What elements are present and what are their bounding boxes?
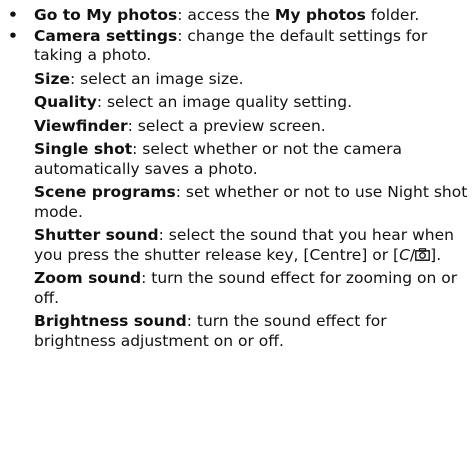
setting-title: Zoom sound xyxy=(34,269,142,287)
camera-icon xyxy=(415,247,431,261)
setting-title: Shutter sound xyxy=(34,226,159,244)
list-item-go-to-my-photos: • Go to My photos: access the My photos … xyxy=(0,6,468,26)
item-title: Camera settings xyxy=(34,26,178,45)
bullet-icon: • xyxy=(8,6,18,24)
setting-scene-programs: Scene programs: set whether or not to us… xyxy=(34,183,468,222)
setting-single-shot: Single shot: select whether or not the c… xyxy=(34,140,468,179)
setting-brightness-sound: Brightness sound: turn the sound effect … xyxy=(34,312,468,351)
setting-text: : select an image quality setting. xyxy=(96,93,353,111)
list-item-camera-settings: • Camera settings: change the default se… xyxy=(0,27,468,352)
setting-size: Size: select an image size. xyxy=(34,70,468,90)
item-title: Go to My photos xyxy=(34,6,178,24)
setting-title: Viewfinder xyxy=(34,116,128,135)
bullet-icon: • xyxy=(8,26,18,45)
setting-zoom-sound: Zoom sound: turn the sound effect for zo… xyxy=(34,269,468,308)
setting-quality: Quality: select an image quality setting… xyxy=(34,93,468,113)
setting-text: : select a preview screen. xyxy=(127,116,326,135)
camera-settings-heading: Camera settings: change the default sett… xyxy=(34,27,468,66)
setting-viewfinder: Viewfinder: select a preview screen. xyxy=(34,117,468,137)
setting-title: Brightness sound xyxy=(34,312,187,330)
item-folder-name: My photos xyxy=(274,6,366,24)
item-text-end: folder. xyxy=(365,6,420,24)
menu-options-list: • Go to My photos: access the My photos … xyxy=(0,6,468,351)
c-camera-key-icon: C/ xyxy=(399,245,431,266)
manual-page: • Go to My photos: access the My photos … xyxy=(0,0,474,454)
setting-title: Scene programs xyxy=(34,183,176,201)
setting-title: Size xyxy=(34,69,71,88)
c-key-letter: C xyxy=(399,245,410,264)
setting-title: Quality xyxy=(34,93,97,111)
setting-title: Single shot xyxy=(34,140,133,158)
setting-text-end: ]. xyxy=(430,245,442,264)
item-text: : access the xyxy=(177,6,275,24)
setting-text: : select an image size. xyxy=(70,69,244,88)
setting-shutter-sound: Shutter sound: select the sound that you… xyxy=(34,226,468,265)
